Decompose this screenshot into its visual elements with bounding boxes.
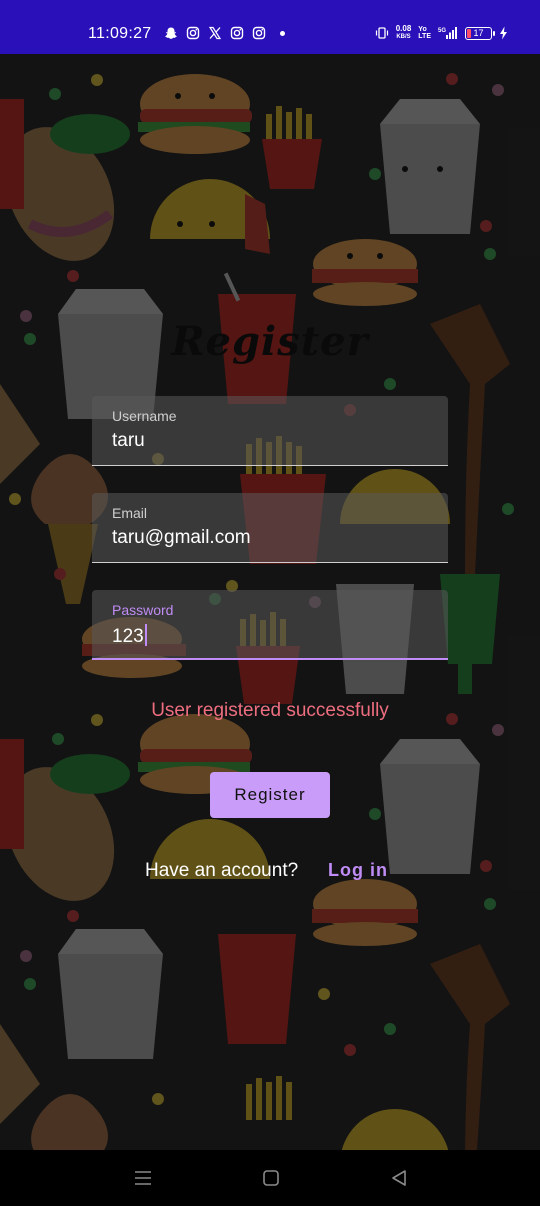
username-label: Username [112, 408, 177, 424]
have-account-text: Have an account? [145, 860, 299, 881]
home-icon[interactable] [261, 1168, 281, 1188]
instagram-icon [230, 26, 244, 40]
email-field[interactable]: Email taru@gmail.com [92, 493, 448, 563]
battery-level: 17 [473, 27, 484, 38]
notification-icons [164, 26, 285, 40]
navigation-bar [0, 1150, 540, 1206]
x-icon [208, 26, 222, 40]
status-time: 11:09:27 [88, 25, 152, 42]
volte-indicator: Yo LTE [418, 26, 431, 40]
email-value[interactable]: taru@gmail.com [112, 527, 251, 549]
more-notifications-dot [280, 30, 285, 36]
username-value[interactable]: taru [112, 430, 145, 452]
text-cursor [144, 624, 147, 646]
register-button[interactable]: Register [210, 772, 330, 818]
password-label: Password [112, 602, 174, 618]
signal-icon: 5G [438, 26, 458, 40]
network-speed: 0.08 KB/S [395, 24, 412, 41]
recents-icon[interactable] [133, 1168, 153, 1188]
network-label: 5G [438, 28, 446, 34]
password-value: 123 [112, 626, 144, 647]
instagram-icon [252, 26, 266, 40]
back-icon[interactable] [389, 1168, 409, 1188]
vibrate-icon [375, 26, 389, 40]
register-title: Register [171, 318, 369, 365]
battery-indicator: 17 [465, 26, 495, 40]
charging-icon [499, 26, 508, 40]
login-link[interactable]: Log in [328, 860, 388, 881]
password-input[interactable]: 123 [112, 624, 147, 648]
status-bar: 11:09:27 0.08 KB/S Yo LTE 5G 17 [0, 0, 540, 54]
snapchat-icon [164, 26, 178, 40]
username-field[interactable]: Username taru [92, 396, 448, 466]
password-field[interactable]: Password 123 [92, 590, 448, 660]
email-label: Email [112, 505, 148, 521]
instagram-icon [186, 26, 200, 40]
success-message: User registered successfully [151, 700, 389, 721]
system-icons: 0.08 KB/S Yo LTE 5G 17 [375, 25, 508, 41]
